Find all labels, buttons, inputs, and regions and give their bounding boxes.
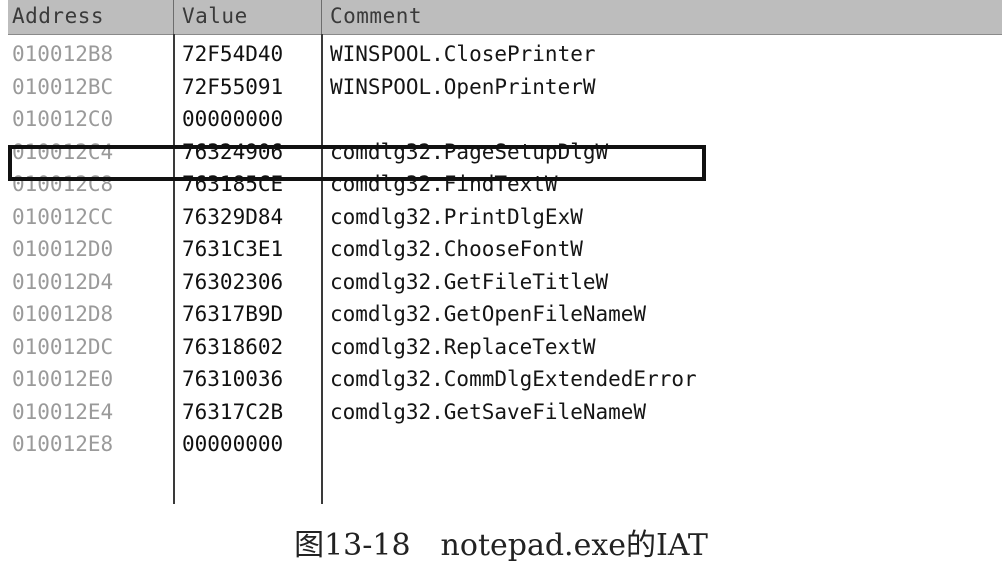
value-cell: 76310036 — [182, 367, 284, 391]
comment-cell: WINSPOOL.OpenPrinterW — [330, 74, 596, 99]
table-row[interactable]: 010012E8 00000000 — [8, 428, 1002, 460]
comment-cell: WINSPOOL.ClosePrinter — [330, 42, 596, 66]
value-cell: 76324906 — [182, 139, 284, 164]
memory-dump-pane: Address Value Comment 010012B8 72F54D40 WI… — [8, 0, 1002, 504]
comment-cell: comdlg32.ChooseFontW — [330, 237, 583, 261]
column-header-address[interactable]: Address — [12, 0, 104, 34]
address-cell: 010012C8 — [12, 172, 114, 196]
address-cell: 010012D0 — [12, 237, 114, 261]
comment-cell: comdlg32.FindTextW — [330, 172, 558, 196]
figure-caption: 图13-18 notepad.exe的IAT — [294, 528, 708, 563]
value-cell: 00000000 — [182, 107, 284, 131]
table-row[interactable]: 010012C0 00000000 — [8, 103, 1002, 135]
column-header-bar: Address Value Comment — [8, 0, 1002, 35]
value-cell: 76317B9D — [182, 302, 284, 326]
table-row[interactable]: 010012BC 72F55091 WINSPOOL.OpenPrinterW — [8, 71, 1002, 103]
table-row[interactable]: 010012D8 76317B9D comdlg32.GetOpenFileName… — [8, 298, 1002, 330]
address-cell: 010012E0 — [12, 367, 114, 391]
comment-cell: comdlg32.CommDlgExtendedError — [330, 367, 697, 391]
value-cell: 763185CE — [182, 172, 284, 196]
address-cell: 010012DC — [12, 334, 114, 359]
table-row[interactable]: 010012E4 76317C2B comdlg32.GetSaveFileName… — [8, 396, 1002, 428]
address-cell: 010012E4 — [12, 399, 114, 424]
comment-cell: comdlg32.PrintDlgExW — [330, 204, 583, 229]
address-cell: 010012B8 — [12, 42, 114, 66]
value-cell: 76318602 — [182, 334, 284, 359]
column-divider[interactable] — [173, 0, 174, 34]
value-cell: 7631C3E1 — [182, 237, 284, 261]
table-row[interactable]: 010012CC 76329D84 comdlg32.PrintDlgExW — [8, 201, 1002, 233]
table-row[interactable]: 010012C8 763185CE comdlg32.FindTextW — [8, 168, 1002, 200]
value-cell: 72F55091 — [182, 74, 284, 99]
address-cell: 010012CC — [12, 204, 114, 229]
table-row-highlighted[interactable]: 010012C4 76324906 comdlg32.PageSetupDlgW — [8, 136, 1002, 168]
comment-cell: comdlg32.PageSetupDlgW — [330, 139, 609, 164]
table-row[interactable]: 010012D4 76302306 comdlg32.GetFileTitleW — [8, 266, 1002, 298]
comment-cell: comdlg32.GetSaveFileNameW — [330, 399, 647, 424]
table-row[interactable]: 010012DC 76318602 comdlg32.ReplaceTextW — [8, 331, 1002, 363]
value-cell: 76302306 — [182, 269, 284, 294]
address-cell: 010012E8 — [12, 432, 114, 456]
address-cell: 010012D4 — [12, 269, 114, 294]
comment-cell: comdlg32.GetFileTitleW — [330, 269, 609, 294]
value-cell: 00000000 — [182, 432, 284, 456]
comment-cell: comdlg32.GetOpenFileNameW — [330, 302, 647, 326]
table-row[interactable]: 010012E0 76310036 comdlg32.CommDlgExtended… — [8, 363, 1002, 395]
table-row[interactable]: 010012D0 7631C3E1 comdlg32.ChooseFontW — [8, 233, 1002, 265]
value-cell: 72F54D40 — [182, 42, 284, 66]
address-cell: 010012D8 — [12, 302, 114, 326]
table-row[interactable]: 010012B8 72F54D40 WINSPOOL.ClosePrinter — [8, 38, 1002, 70]
value-cell: 76317C2B — [182, 399, 284, 424]
column-header-value[interactable]: Value — [182, 0, 248, 34]
address-cell: 010012BC — [12, 74, 114, 99]
address-cell: 010012C0 — [12, 107, 114, 131]
value-cell: 76329D84 — [182, 204, 284, 229]
column-header-comment[interactable]: Comment — [330, 0, 422, 34]
column-divider[interactable] — [321, 0, 322, 34]
comment-cell: comdlg32.ReplaceTextW — [330, 334, 596, 359]
address-cell: 010012C4 — [12, 139, 114, 164]
